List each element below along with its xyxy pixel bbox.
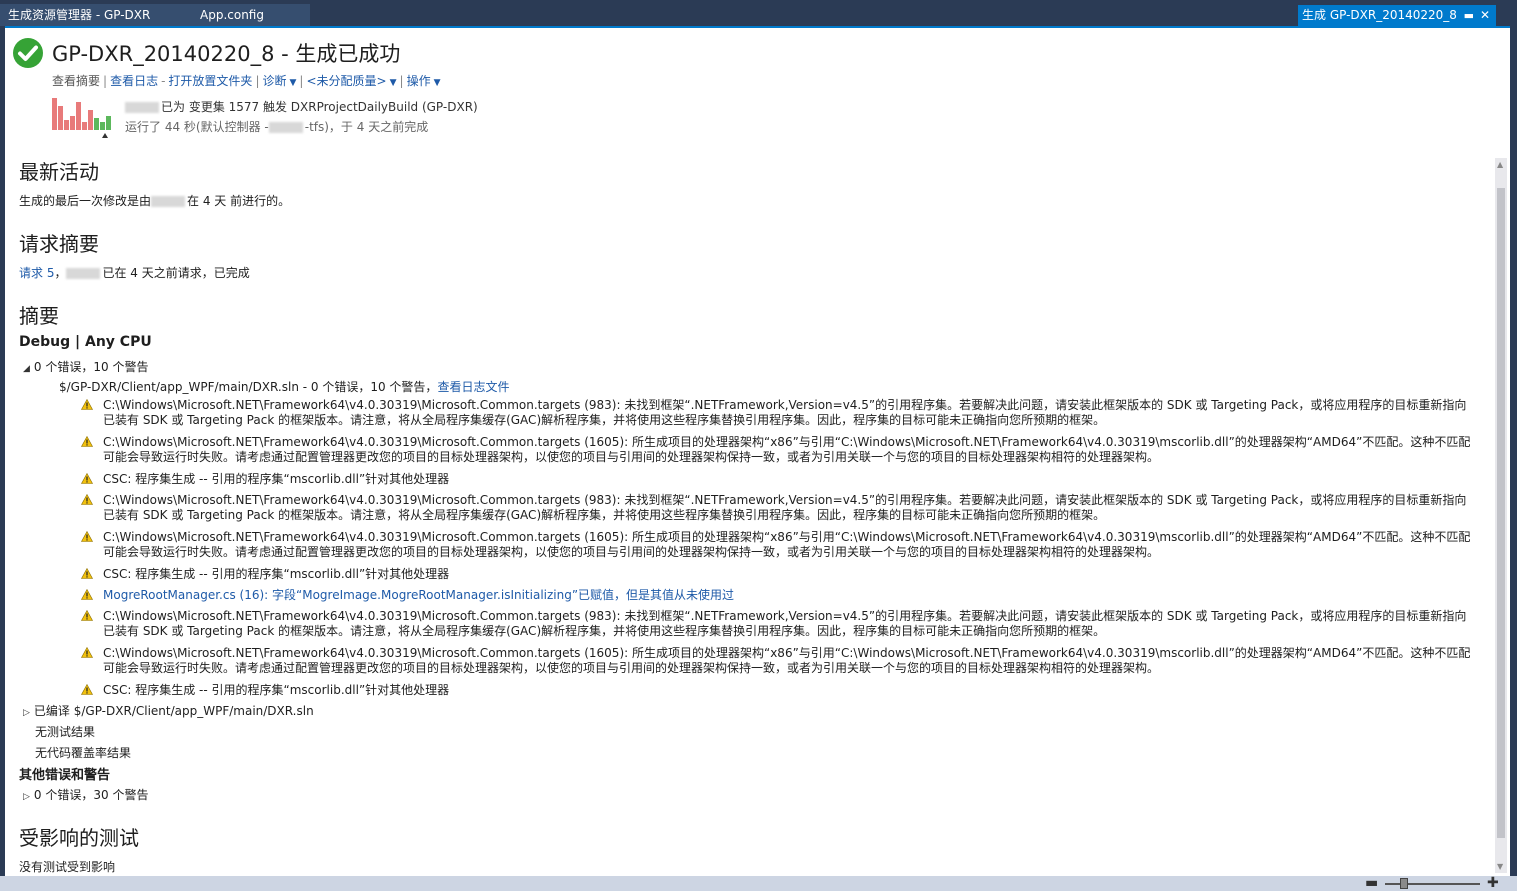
current-build-marker bbox=[102, 133, 108, 138]
tab-app-config[interactable]: App.config bbox=[180, 4, 310, 26]
build-history-bar[interactable] bbox=[100, 122, 105, 130]
other-errors-heading: 其他错误和警告 bbox=[19, 768, 111, 783]
build-history-bar[interactable] bbox=[82, 122, 87, 130]
redacted-user bbox=[151, 196, 186, 207]
redacted-user bbox=[66, 268, 101, 279]
collapsed-triangle-icon[interactable]: ▷ bbox=[23, 708, 34, 718]
close-icon[interactable]: ✕ bbox=[1480, 5, 1490, 26]
page-title: GP-DXR_20140220_8 - 生成已成功 bbox=[52, 42, 401, 66]
chevron-down-icon[interactable]: ▼ bbox=[387, 78, 397, 88]
warning-icon bbox=[81, 531, 93, 542]
build-report-content: 最新活动 生成的最后一次修改是由在 4 天 前进行的。 请求摘要 请求 5， 已在… bbox=[5, 156, 1492, 876]
summary-heading: 摘要 bbox=[19, 304, 59, 328]
warning-text: C:\Windows\Microsoft.NET\Framework64\v4.… bbox=[103, 609, 1467, 638]
solution-result-line: $/GP-DXR/Client/app_WPF/main/DXR.sln - 0… bbox=[59, 380, 510, 394]
scroll-down-icon[interactable]: ▼ bbox=[1497, 862, 1503, 871]
vertical-scrollbar[interactable]: ▲ ▼ bbox=[1495, 158, 1507, 873]
warning-icon bbox=[81, 684, 93, 695]
build-history-chart[interactable] bbox=[52, 96, 116, 138]
tab-build-active-label: 生成 GP-DXR_20140220_8 bbox=[1302, 8, 1457, 22]
open-drop-folder-link[interactable]: 打开放置文件夹 bbox=[168, 74, 252, 88]
chevron-down-icon[interactable]: ▼ bbox=[287, 78, 297, 88]
warning-text: C:\Windows\Microsoft.NET\Framework64\v4.… bbox=[103, 493, 1467, 522]
build-run-info: 运行了 44 秒(默认控制器 - -tfs)，于 4 天之前完成 bbox=[125, 120, 429, 134]
affected-tests-text: 没有测试受到影响 bbox=[19, 860, 116, 874]
warning-icon bbox=[81, 589, 93, 600]
compiled-solution-node[interactable]: ▷ 已编译 $/GP-DXR/Client/app_WPF/main/DXR.sl… bbox=[23, 702, 314, 719]
warning-icon bbox=[81, 647, 93, 658]
scroll-up-icon[interactable]: ▲ bbox=[1497, 160, 1503, 169]
request-link[interactable]: 请求 5 bbox=[19, 266, 54, 280]
warning-icon bbox=[81, 568, 93, 579]
warning-text: MogreRootManager.cs (16): 字段“MogreImage.… bbox=[103, 588, 735, 602]
no-coverage-results: 无代码覆盖率结果 bbox=[35, 746, 132, 760]
request-summary-text: 请求 5， 已在 4 天之前请求，已完成 bbox=[19, 266, 250, 280]
chevron-down-icon[interactable]: ▼ bbox=[431, 78, 441, 88]
redacted-server bbox=[268, 122, 303, 133]
warning-text: CSC: 程序集生成 -- 引用的程序集“mscorlib.dll”针对其他处理… bbox=[103, 567, 450, 581]
warning-icon bbox=[81, 610, 93, 621]
warning-text: CSC: 程序集生成 -- 引用的程序集“mscorlib.dll”针对其他处理… bbox=[103, 683, 450, 697]
errors-warnings-node[interactable]: ◢ 0 个错误，10 个警告 bbox=[23, 358, 148, 375]
build-history-bar[interactable] bbox=[58, 106, 63, 130]
build-history-bar[interactable] bbox=[94, 118, 99, 130]
warning-icon bbox=[81, 494, 93, 505]
warning-text: C:\Windows\Microsoft.NET\Framework64\v4.… bbox=[103, 530, 1471, 559]
recent-activity-heading: 最新活动 bbox=[19, 160, 99, 184]
build-trigger-info: 已为 变更集 1577 触发 DXRProjectDailyBuild (GP-… bbox=[125, 98, 478, 115]
build-details-document: GP-DXR_20140220_8 - 生成已成功 查看摘要 | 查看日志 - 打开放置… bbox=[5, 26, 1510, 876]
build-history-bar[interactable] bbox=[76, 102, 81, 130]
affected-tests-heading: 受影响的测试 bbox=[19, 826, 139, 850]
document-tab-bar: 生成资源管理器 - GP-DXR App.config 生成 GP-DXR_20… bbox=[0, 0, 1517, 26]
build-history-bar[interactable] bbox=[70, 116, 75, 130]
warning-text: C:\Windows\Microsoft.NET\Framework64\v4.… bbox=[103, 646, 1471, 675]
zoom-bar: ▬ ✚ bbox=[0, 876, 1517, 891]
warning-text: CSC: 程序集生成 -- 引用的程序集“mscorlib.dll”针对其他处理… bbox=[103, 472, 450, 486]
success-check-icon bbox=[13, 38, 43, 68]
build-history-bar[interactable] bbox=[106, 116, 111, 130]
tab-build-active[interactable]: 生成 GP-DXR_20140220_8 ▬ ✕ bbox=[1298, 5, 1496, 26]
other-errors-node[interactable]: ▷ 0 个错误，30 个警告 bbox=[23, 786, 148, 803]
zoom-out-icon[interactable]: ▬ bbox=[1365, 876, 1379, 890]
expanded-triangle-icon[interactable]: ◢ bbox=[23, 364, 34, 374]
warning-text: C:\Windows\Microsoft.NET\Framework64\v4.… bbox=[103, 398, 1467, 427]
build-nav-links: 查看摘要 | 查看日志 - 打开放置文件夹 | 诊断 ▼ | <未分配质量> ▼ | 操作 ▼ bbox=[52, 74, 441, 88]
zoom-in-icon[interactable]: ✚ bbox=[1487, 876, 1499, 890]
view-log-file-link[interactable]: 查看日志文件 bbox=[437, 380, 509, 394]
zoom-slider-thumb[interactable] bbox=[1400, 878, 1408, 889]
build-history-bar[interactable] bbox=[88, 110, 93, 130]
request-summary-heading: 请求摘要 bbox=[19, 232, 99, 256]
warning-icon bbox=[81, 436, 93, 447]
diagnose-link[interactable]: 诊断 bbox=[262, 74, 286, 88]
actions-menu[interactable]: 操作 bbox=[407, 74, 431, 88]
pin-icon[interactable]: ▬ bbox=[1464, 5, 1474, 26]
build-history-bar[interactable] bbox=[64, 120, 69, 130]
view-summary-link[interactable]: 查看摘要 bbox=[52, 74, 100, 88]
build-history-bar[interactable] bbox=[52, 98, 57, 130]
recent-activity-text: 生成的最后一次修改是由在 4 天 前进行的。 bbox=[19, 194, 291, 208]
no-test-results: 无测试结果 bbox=[35, 725, 96, 739]
scrollbar-thumb[interactable] bbox=[1497, 188, 1505, 838]
view-log-link[interactable]: 查看日志 bbox=[110, 74, 158, 88]
warning-icon bbox=[81, 399, 93, 410]
warning-text: C:\Windows\Microsoft.NET\Framework64\v4.… bbox=[103, 435, 1471, 464]
quality-dropdown[interactable]: <未分配质量> bbox=[306, 74, 386, 88]
tab-build-explorer[interactable]: 生成资源管理器 - GP-DXR bbox=[0, 4, 180, 26]
build-configuration: Debug | Any CPU bbox=[19, 334, 152, 350]
collapsed-triangle-icon[interactable]: ▷ bbox=[23, 792, 34, 802]
redacted-user bbox=[125, 102, 159, 113]
warning-icon bbox=[81, 473, 93, 484]
